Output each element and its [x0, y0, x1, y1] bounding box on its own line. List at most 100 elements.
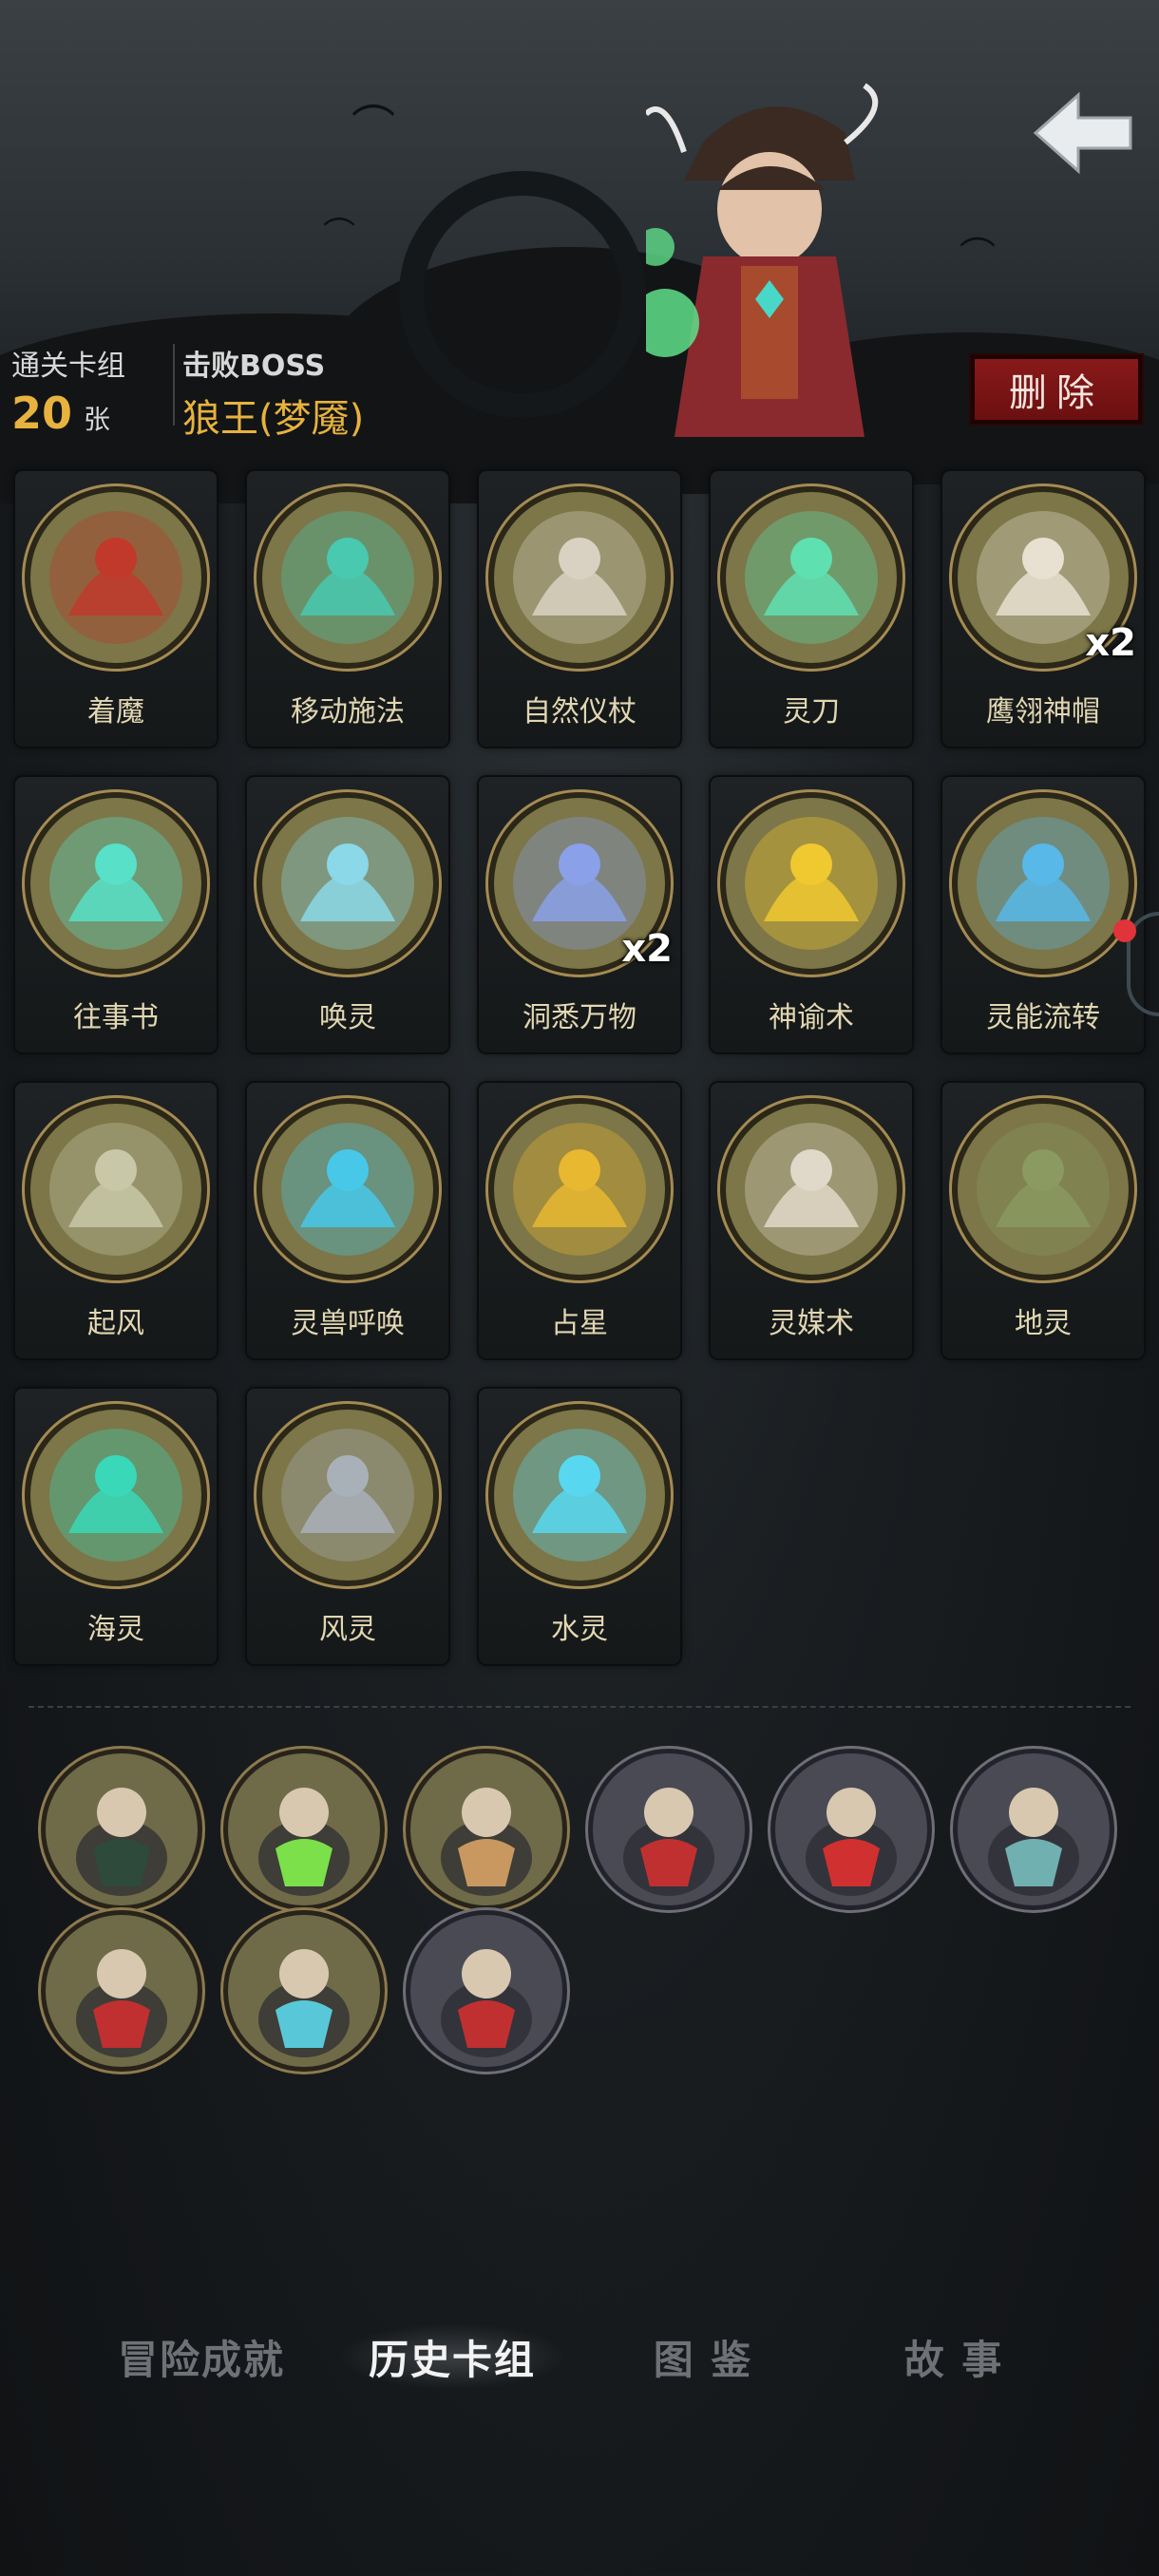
spirit-blade-icon [745, 511, 878, 644]
wizard-icon [281, 511, 414, 644]
card-tile[interactable]: 洞悉万物 x2 [479, 777, 680, 1052]
staff-icon [513, 511, 646, 644]
card-name: 神谕术 [769, 1001, 854, 1034]
card-tile[interactable]: 着魔 [15, 471, 217, 747]
tornado-icon [281, 1429, 414, 1562]
card-art [30, 1104, 201, 1275]
card-name: 起风 [87, 1307, 144, 1340]
bat-icon: ⌒ [323, 216, 355, 254]
relic-item[interactable] [775, 1753, 927, 1905]
stat-divider [173, 344, 175, 426]
relic-item[interactable] [228, 1915, 380, 2067]
vampire-relic-icon [806, 1788, 897, 1896]
tab-item[interactable]: 冒险成就 [87, 2323, 315, 2390]
card-tile[interactable]: 自然仪杖 [479, 471, 680, 747]
card-tile[interactable]: 灵媒术 [711, 1083, 912, 1358]
tab-item[interactable]: 图 鉴 [589, 2323, 817, 2390]
bleeding-fist-relic-icon [623, 1788, 714, 1896]
back-arrow-button[interactable] [1026, 85, 1140, 180]
card-name: 灵兽呼唤 [291, 1307, 405, 1340]
card-tile[interactable]: 地灵 [942, 1083, 1144, 1358]
spirit-beast-icon [281, 1123, 414, 1256]
mirror-hand-relic-icon [258, 1949, 350, 2057]
card-name: 着魔 [87, 695, 144, 729]
delete-button[interactable]: 删除 [969, 353, 1144, 426]
witch-relic-icon [258, 1788, 350, 1896]
card-art [958, 1104, 1129, 1275]
card-name: 自然仪杖 [522, 695, 636, 729]
card-art [262, 1410, 433, 1581]
card-name: 鹰翎神帽 [986, 695, 1100, 729]
book-icon [49, 817, 182, 950]
card-name: 洞悉万物 [522, 1001, 636, 1034]
card-tile[interactable]: 风灵 [247, 1389, 448, 1664]
bleeding-fist-relic-icon [441, 1949, 532, 2057]
astrology-icon [513, 1123, 646, 1256]
totem-relic-icon [76, 1788, 167, 1896]
card-tile[interactable]: 灵能流转 [942, 777, 1144, 1052]
scroll-relic-icon [441, 1788, 532, 1896]
card-tile[interactable]: 神谕术 [711, 777, 912, 1052]
card-art [262, 1104, 433, 1275]
moon-swirl-decoration [399, 171, 646, 418]
hero-character-portrait [646, 83, 879, 437]
defeated-boss-stat: 击败BOSS 狼王(梦魇) [182, 342, 364, 443]
card-art [494, 492, 665, 663]
bat-icon: ⌒ [960, 235, 997, 276]
card-name: 海灵 [87, 1613, 144, 1646]
card-tile[interactable]: 占星 [479, 1083, 680, 1358]
card-name: 水灵 [551, 1613, 608, 1646]
card-count-value: 20 [11, 388, 73, 439]
psychic-flow-icon [977, 817, 1110, 950]
card-art [726, 1104, 897, 1275]
card-tile[interactable]: 水灵 [479, 1389, 680, 1664]
skull-icon [745, 1123, 878, 1256]
card-name: 往事书 [73, 1001, 159, 1034]
tab-item[interactable]: 历史卡组 [338, 2323, 566, 2390]
relic-item[interactable] [46, 1753, 198, 1905]
card-tile[interactable]: 鹰翎神帽 x2 [942, 471, 1144, 747]
summon-spirit-icon [281, 817, 414, 950]
relic-item[interactable] [228, 1753, 380, 1905]
gargoyle-relic-icon [988, 1788, 1079, 1896]
card-tile[interactable]: 灵刀 [711, 471, 912, 747]
bat-icon: ⌒ [352, 101, 395, 152]
card-name: 唤灵 [319, 1001, 376, 1034]
relic-item[interactable] [410, 1753, 562, 1905]
card-tile[interactable]: 移动施法 [247, 471, 448, 747]
card-art [262, 492, 433, 663]
card-tile[interactable]: 往事书 [15, 777, 217, 1052]
card-art [494, 1104, 665, 1275]
wind-rise-icon [49, 1123, 182, 1256]
card-count-unit: 张 [84, 404, 111, 435]
card-tile[interactable]: 海灵 [15, 1389, 217, 1664]
card-name: 占星 [551, 1307, 608, 1340]
card-name: 移动施法 [291, 695, 405, 729]
water-spirit-icon [513, 1429, 646, 1562]
possessed-icon [49, 511, 182, 644]
card-name: 地灵 [1015, 1307, 1072, 1340]
relic-item[interactable] [958, 1753, 1110, 1905]
earth-spirit-icon [977, 1123, 1110, 1256]
card-name: 灵媒术 [769, 1307, 854, 1340]
sea-spirit-icon [49, 1429, 182, 1562]
relic-item[interactable] [410, 1915, 562, 2067]
section-divider [28, 1706, 1130, 1708]
relic-item[interactable] [593, 1753, 745, 1905]
card-tile[interactable]: 起风 [15, 1083, 217, 1358]
oracle-icon [745, 817, 878, 950]
defeated-boss-label: 击败BOSS [182, 350, 326, 383]
card-name: 灵能流转 [986, 1001, 1100, 1034]
card-art [726, 492, 897, 663]
card-count-badge: x2 [621, 927, 673, 971]
tab-item[interactable]: 故 事 [840, 2323, 1068, 2390]
card-art [30, 798, 201, 969]
cleared-deck-label: 通关卡组 [11, 350, 125, 383]
card-art [30, 1410, 201, 1581]
card-tile[interactable]: 唤灵 [247, 777, 448, 1052]
boss-name: 狼王(梦魇) [182, 397, 365, 441]
card-tile[interactable]: 灵兽呼唤 [247, 1083, 448, 1358]
card-name: 灵刀 [783, 695, 840, 729]
card-art [494, 1410, 665, 1581]
relic-item[interactable] [46, 1915, 198, 2067]
